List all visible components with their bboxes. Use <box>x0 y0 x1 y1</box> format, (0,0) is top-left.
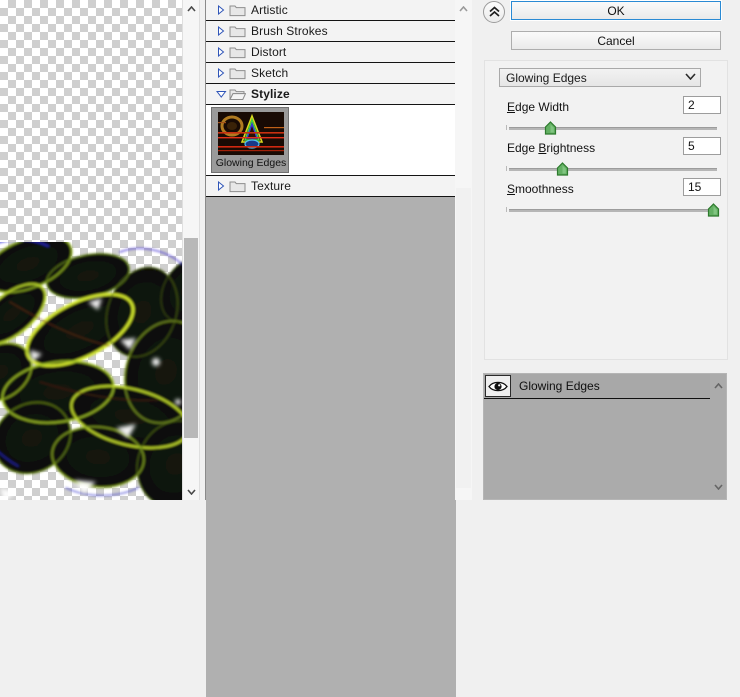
ok-button[interactable]: OK <box>511 1 721 20</box>
slider-thumb[interactable] <box>544 121 557 135</box>
tree-group-label: Stylize <box>251 87 290 101</box>
double-chevron-up-icon[interactable] <box>483 1 505 23</box>
tree-empty-area <box>206 197 456 697</box>
triangle-right-icon[interactable] <box>213 42 229 63</box>
slider-track[interactable] <box>509 127 717 130</box>
preview-vertical-scrollbar[interactable] <box>182 0 200 500</box>
filter-category-tree[interactable]: Artistic Brush Strokes Distort <box>205 0 457 500</box>
slider-tick <box>506 166 507 171</box>
edge-brightness-slider[interactable] <box>506 163 720 175</box>
edge-width-slider[interactable] <box>506 122 720 134</box>
tree-group-stylize[interactable]: Stylize <box>206 84 456 105</box>
tree-group-texture[interactable]: Texture <box>206 176 456 197</box>
accel-char: S <box>507 182 515 196</box>
tree-group-sketch[interactable]: Sketch <box>206 63 456 84</box>
chevron-down-icon[interactable] <box>183 483 199 500</box>
chevron-up-icon[interactable] <box>455 0 472 17</box>
folder-icon <box>229 24 246 38</box>
label-text: moothness <box>515 182 574 196</box>
folder-icon <box>229 179 246 193</box>
slider-tick <box>506 125 507 130</box>
effect-layer-label: Glowing Edges <box>519 379 600 393</box>
tree-group-label: Artistic <box>251 3 288 17</box>
label-text: dge Width <box>515 100 569 114</box>
filter-item-label: Glowing Edges <box>212 157 290 169</box>
tree-group-label: Brush Strokes <box>251 24 328 38</box>
label-text: rightness <box>546 141 595 155</box>
chevron-up-icon[interactable] <box>183 0 199 17</box>
filter-tree-scrollbar[interactable] <box>455 0 473 500</box>
chevron-down-icon[interactable] <box>710 479 726 495</box>
tree-group-label: Sketch <box>251 66 288 80</box>
filter-select-dropdown[interactable]: Glowing Edges <box>499 68 701 87</box>
tree-group-label: Texture <box>251 179 291 193</box>
triangle-right-icon[interactable] <box>213 176 229 197</box>
smoothness-value-field[interactable]: 15 <box>683 178 721 196</box>
smoothness-slider[interactable] <box>506 204 720 216</box>
filter-gallery-dialog: Artistic Brush Strokes Distort <box>0 0 740 500</box>
filter-thumbnail <box>218 112 284 155</box>
label-text-before: Edge <box>507 141 538 155</box>
control-label: Edge Width <box>507 100 569 114</box>
effect-layer-row[interactable]: Glowing Edges <box>484 374 726 399</box>
preview-scroll-thumb[interactable] <box>184 238 198 438</box>
slider-thumb[interactable] <box>707 203 720 217</box>
triangle-down-icon[interactable] <box>213 84 229 105</box>
tree-group-label: Distort <box>251 45 286 59</box>
accel-char: E <box>507 100 515 114</box>
folder-icon <box>229 3 246 17</box>
tree-group-artistic[interactable]: Artistic <box>206 0 456 21</box>
folder-icon <box>229 66 246 80</box>
triangle-right-icon[interactable] <box>213 21 229 42</box>
triangle-right-icon[interactable] <box>213 0 229 21</box>
filter-tree-scroll-thumb[interactable] <box>456 188 471 488</box>
preview-artwork <box>0 242 182 500</box>
control-label: Edge Brightness <box>507 141 595 155</box>
folder-open-icon <box>229 87 246 101</box>
filter-select-value: Glowing Edges <box>506 71 685 85</box>
cancel-button[interactable]: Cancel <box>511 31 721 50</box>
slider-tick <box>506 207 507 212</box>
edge-brightness-value-field[interactable]: 5 <box>683 137 721 155</box>
eye-icon[interactable] <box>485 375 511 397</box>
folder-icon <box>229 45 246 59</box>
layers-scrollbar[interactable] <box>710 374 726 499</box>
tree-group-brush-strokes[interactable]: Brush Strokes <box>206 21 456 42</box>
chevron-up-icon[interactable] <box>710 378 726 394</box>
effect-layers-panel: Glowing Edges <box>483 373 727 500</box>
stylize-filter-grid: Glowing Edges <box>206 105 456 176</box>
edge-width-value-field[interactable]: 2 <box>683 96 721 114</box>
triangle-right-icon[interactable] <box>213 63 229 84</box>
slider-thumb[interactable] <box>556 162 569 176</box>
chevron-down-icon[interactable] <box>685 72 696 83</box>
tree-group-distort[interactable]: Distort <box>206 42 456 63</box>
control-label: Smoothness <box>507 182 574 196</box>
slider-track[interactable] <box>509 209 717 212</box>
slider-track[interactable] <box>509 168 717 171</box>
filter-item-glowing-edges[interactable]: Glowing Edges <box>211 107 289 173</box>
filter-preview-canvas[interactable] <box>0 0 182 500</box>
